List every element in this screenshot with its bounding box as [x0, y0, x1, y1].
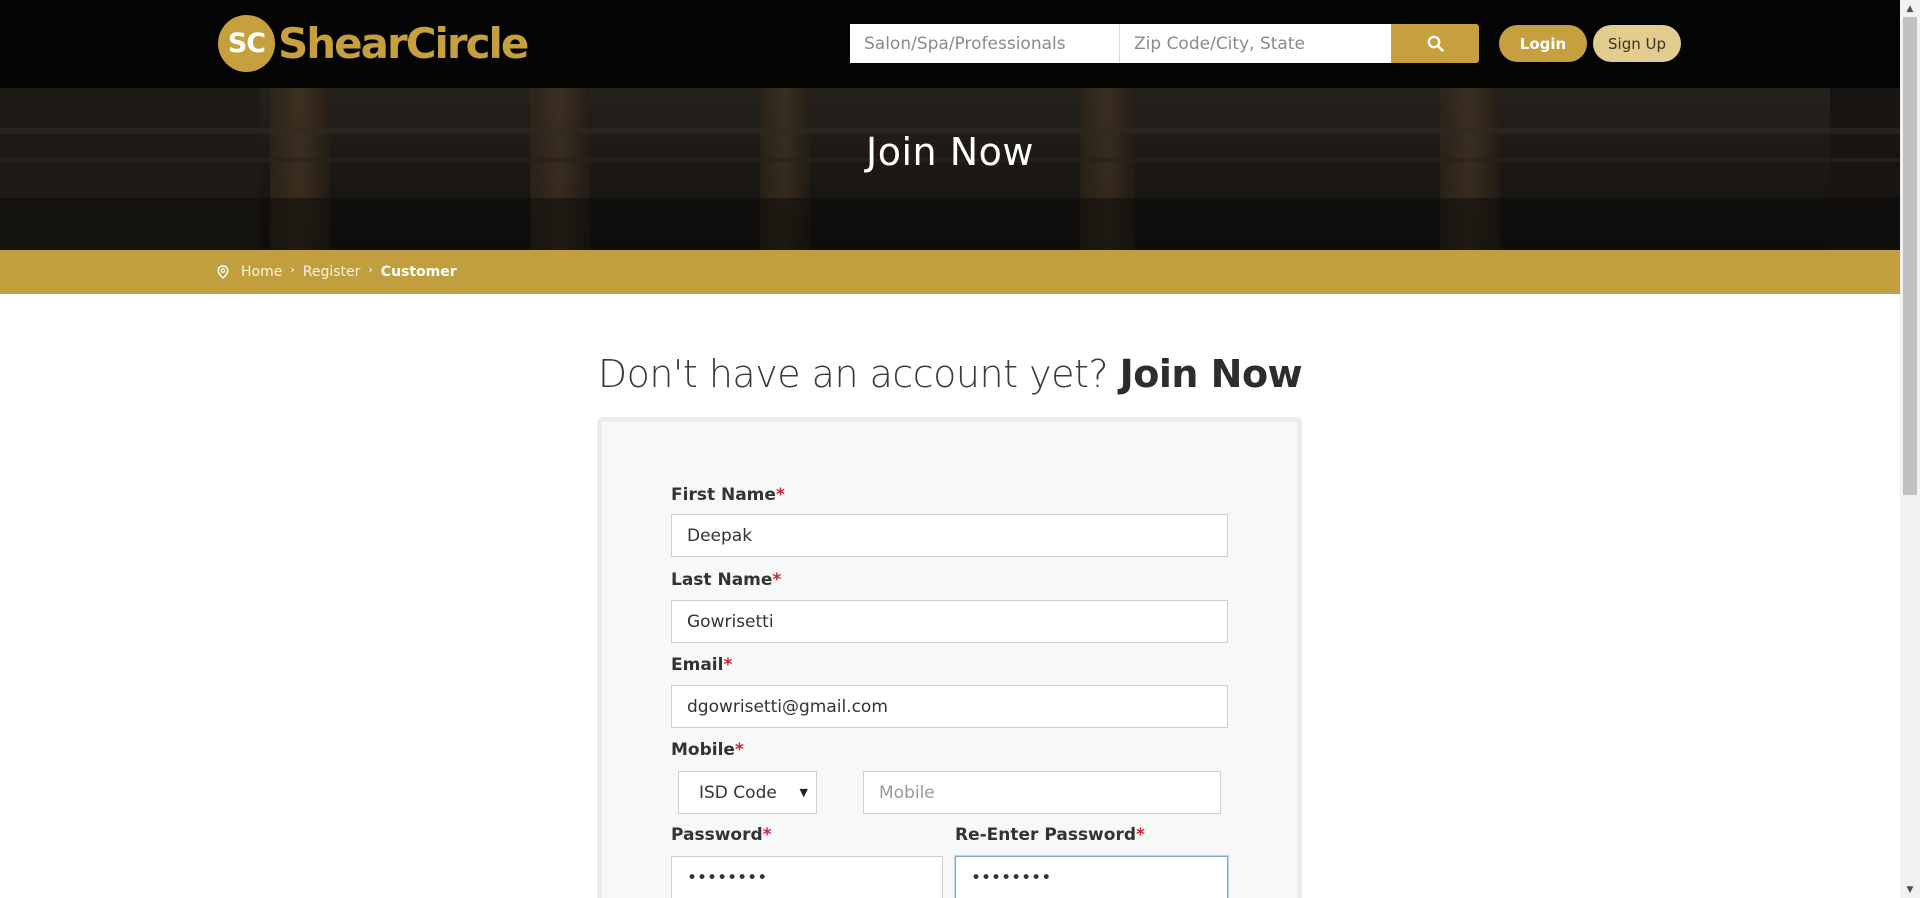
email-label: Email*: [671, 655, 733, 675]
chevron-right-icon: ›: [368, 262, 373, 276]
scroll-up-arrow-icon[interactable]: ▲: [1900, 0, 1920, 17]
top-navbar: SC ShearCircle Login Sign Up: [0, 0, 1900, 88]
shearcircle-logo[interactable]: SC ShearCircle: [218, 14, 529, 72]
location-pin-icon: [217, 265, 229, 279]
breadcrumb: Home › Register › Customer: [217, 250, 457, 294]
hero-banner: Join Now: [0, 88, 1900, 250]
breadcrumb-bar: Home › Register › Customer: [0, 250, 1900, 294]
hero-title: Join Now: [866, 130, 1034, 174]
reenter-password-label: Re-Enter Password*: [955, 825, 1145, 845]
join-heading-emphasis: Join Now: [1119, 352, 1303, 396]
isd-code-selected: ISD Code: [699, 782, 777, 803]
search-bar: [850, 24, 1479, 63]
breadcrumb-register[interactable]: Register: [303, 264, 361, 280]
first-name-field[interactable]: [671, 514, 1228, 557]
reenter-password-field[interactable]: [955, 856, 1228, 898]
caret-down-icon: ▼: [799, 786, 808, 799]
mobile-field[interactable]: [863, 771, 1221, 814]
join-heading: Don't have an account yet? Join Now: [0, 352, 1900, 396]
page-scrollbar[interactable]: ▲ ▼: [1900, 0, 1920, 898]
search-icon: [1427, 35, 1444, 52]
first-name-label: First Name*: [671, 485, 785, 505]
breadcrumb-home[interactable]: Home: [241, 264, 282, 280]
logo-badge: SC: [218, 14, 275, 72]
mobile-label: Mobile*: [671, 740, 744, 760]
signup-button[interactable]: Sign Up: [1593, 25, 1681, 62]
breadcrumb-customer: Customer: [380, 264, 457, 280]
last-name-label: Last Name*: [671, 570, 782, 590]
scroll-down-arrow-icon[interactable]: ▼: [1900, 881, 1920, 898]
login-button[interactable]: Login: [1499, 25, 1587, 62]
email-field[interactable]: [671, 685, 1228, 728]
page: SC ShearCircle Login Sign Up: [0, 0, 1920, 898]
password-field[interactable]: [671, 856, 943, 898]
last-name-field[interactable]: [671, 600, 1228, 643]
password-label: Password*: [671, 825, 772, 845]
search-button[interactable]: [1391, 24, 1479, 63]
scrollbar-thumb[interactable]: [1903, 17, 1917, 495]
join-heading-prompt: Don't have an account yet?: [597, 352, 1120, 396]
isd-code-select[interactable]: ISD Code ▼: [678, 771, 817, 814]
business-search-input[interactable]: [850, 24, 1120, 63]
location-search-input[interactable]: [1120, 24, 1391, 63]
chevron-right-icon: ›: [290, 262, 295, 276]
logo-wordmark: ShearCircle: [278, 18, 529, 68]
